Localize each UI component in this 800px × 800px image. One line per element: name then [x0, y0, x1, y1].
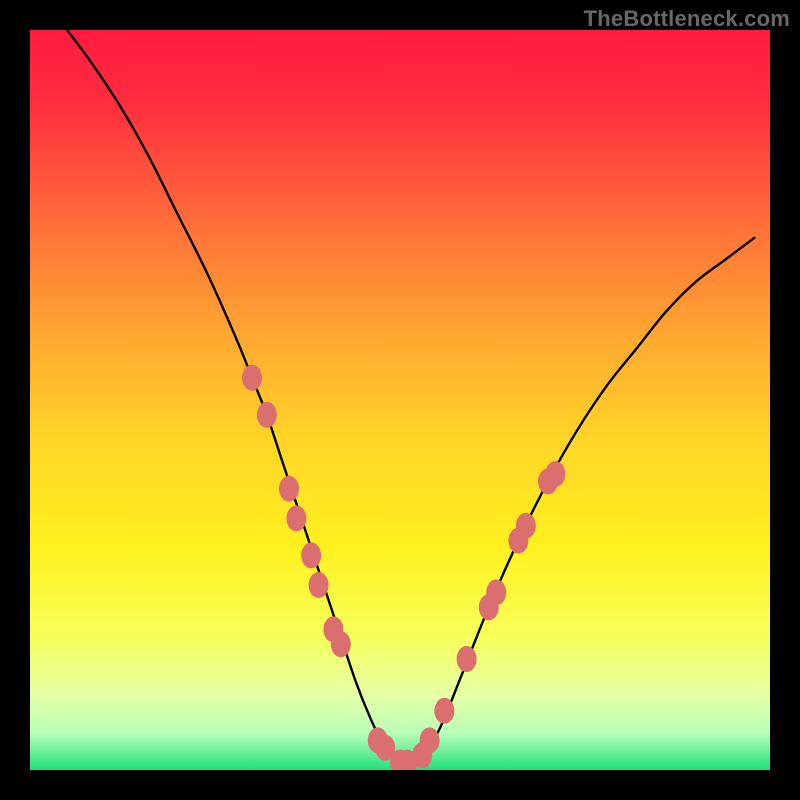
highlight-dot [257, 402, 277, 428]
highlight-dot [486, 579, 506, 605]
highlight-dot [286, 505, 306, 531]
chart-stage: TheBottleneck.com [0, 0, 800, 800]
bottleneck-curve [67, 30, 755, 764]
watermark-text: TheBottleneck.com [584, 6, 790, 32]
highlight-dot [279, 476, 299, 502]
highlight-dot [309, 572, 329, 598]
highlight-dot [457, 646, 477, 672]
highlight-dot [301, 542, 321, 568]
highlight-dot [545, 461, 565, 487]
highlight-dot [516, 513, 536, 539]
highlight-dot [420, 727, 440, 753]
highlight-dot [242, 365, 262, 391]
highlight-dot [331, 631, 351, 657]
curve-overlay [30, 30, 770, 770]
plot-area [30, 30, 770, 770]
highlight-dots [242, 365, 565, 770]
highlight-dot [434, 698, 454, 724]
